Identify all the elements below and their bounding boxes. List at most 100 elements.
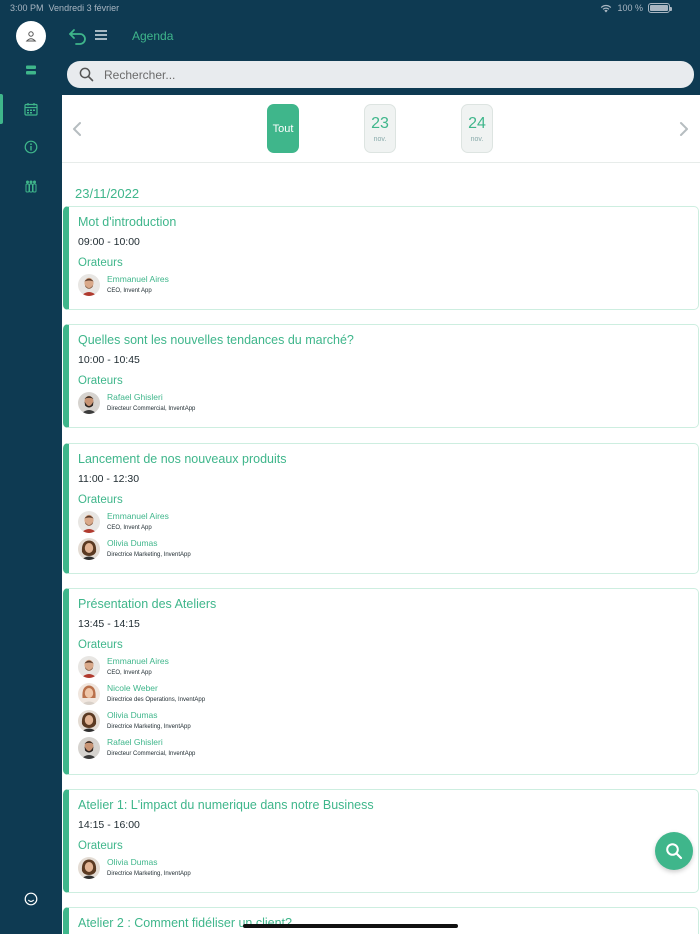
chevron-right-icon bbox=[680, 122, 688, 136]
date-filter-day[interactable]: 24 nov. bbox=[461, 104, 493, 153]
session-title: Présentation des Ateliers bbox=[78, 597, 217, 611]
profile-button[interactable] bbox=[16, 21, 46, 51]
speaker-role: Directrice des Operations, InventApp bbox=[107, 697, 206, 703]
sidebar-item-info[interactable] bbox=[0, 132, 62, 162]
speakers-label: Orateurs bbox=[78, 257, 123, 269]
session-title: Atelier 2 : Comment fidéliser un client? bbox=[78, 916, 292, 930]
speaker-name: Rafael Ghisleri bbox=[107, 392, 163, 402]
speaker-name: Emmanuel Aires bbox=[107, 656, 169, 666]
back-icon[interactable] bbox=[67, 26, 89, 46]
sidebar-item-agenda[interactable] bbox=[0, 94, 62, 124]
speaker-role: CEO, Invent App bbox=[107, 525, 152, 531]
session-card[interactable]: Présentation des Ateliers 13:45 - 14:15 … bbox=[63, 588, 699, 775]
search-input[interactable] bbox=[104, 67, 604, 82]
session-card[interactable]: Atelier 2 : Comment fidéliser un client? bbox=[63, 907, 699, 934]
speaker-role: CEO, Invent App bbox=[107, 288, 152, 294]
wifi-icon bbox=[601, 4, 612, 12]
speaker-name: Emmanuel Aires bbox=[107, 274, 169, 284]
date-day-month: nov. bbox=[373, 135, 387, 143]
speaker-avatar bbox=[78, 656, 100, 678]
previous-date-button[interactable] bbox=[69, 117, 85, 141]
session-card[interactable]: Quelles sont les nouvelles tendances du … bbox=[63, 324, 699, 428]
date-day-number: 23 bbox=[371, 114, 389, 132]
speaker-avatar bbox=[78, 538, 100, 560]
speaker-name: Olivia Dumas bbox=[107, 857, 158, 867]
info-icon bbox=[24, 140, 38, 154]
speaker-role: Directrice Marketing, InventApp bbox=[107, 724, 191, 730]
sidebar-item-participants[interactable] bbox=[0, 171, 62, 201]
speakers-label: Orateurs bbox=[78, 494, 123, 506]
speaker-avatar bbox=[78, 710, 100, 732]
session-card[interactable]: Atelier 1: L'impact du numerique dans no… bbox=[63, 789, 699, 893]
speaker-avatar bbox=[78, 274, 100, 296]
session-title: Quelles sont les nouvelles tendances du … bbox=[78, 333, 354, 347]
floating-search-button[interactable] bbox=[655, 832, 693, 870]
sidebar bbox=[0, 0, 62, 934]
session-card[interactable]: Lancement de nos nouveaux produits 11:00… bbox=[63, 443, 699, 574]
search-bar[interactable] bbox=[67, 61, 694, 88]
speaker[interactable]: Emmanuel Aires CEO, Invent App bbox=[78, 655, 698, 679]
session-time: 13:45 - 14:15 bbox=[78, 618, 140, 630]
date-day-month: nov. bbox=[470, 135, 484, 143]
speaker-name: Olivia Dumas bbox=[107, 538, 158, 548]
session-time: 14:15 - 16:00 bbox=[78, 819, 140, 831]
menu-icon[interactable] bbox=[94, 28, 108, 42]
battery-percent: 100 % bbox=[617, 3, 643, 13]
speaker-avatar bbox=[78, 511, 100, 533]
user-icon bbox=[25, 31, 37, 42]
sidebar-item-home[interactable] bbox=[0, 55, 62, 85]
speaker-avatar bbox=[78, 737, 100, 759]
date-filter-all[interactable]: Tout bbox=[267, 104, 299, 153]
speaker[interactable]: Rafael Ghisleri Directeur Commercial, In… bbox=[78, 736, 698, 760]
status-left: 3:00 PM Vendredi 3 février bbox=[10, 3, 119, 13]
date-day-number: 24 bbox=[468, 114, 486, 132]
session-time: 10:00 - 10:45 bbox=[78, 354, 140, 366]
speaker[interactable]: Olivia Dumas Directrice Marketing, Inven… bbox=[78, 709, 698, 733]
speaker[interactable]: Nicole Weber Directrice des Operations, … bbox=[78, 682, 698, 706]
search-icon bbox=[666, 843, 683, 860]
speakers-label: Orateurs bbox=[78, 840, 123, 852]
speaker[interactable]: Emmanuel Aires CEO, Invent App bbox=[78, 273, 698, 297]
home-indicator[interactable] bbox=[243, 924, 458, 928]
status-bar: 3:00 PM Vendredi 3 février 100 % bbox=[0, 0, 700, 16]
status-right: 100 % bbox=[600, 3, 672, 13]
date-filter-all-label: Tout bbox=[272, 122, 294, 135]
search-icon bbox=[79, 67, 94, 82]
speaker-avatar bbox=[78, 857, 100, 879]
speakers-label: Orateurs bbox=[78, 639, 123, 651]
speaker-avatar bbox=[78, 683, 100, 705]
battery-icon bbox=[648, 3, 672, 13]
session-title: Atelier 1: L'impact du numerique dans no… bbox=[78, 798, 374, 812]
speaker-role: CEO, Invent App bbox=[107, 670, 152, 676]
session-title: Mot d'introduction bbox=[78, 215, 177, 229]
speaker-name: Nicole Weber bbox=[107, 683, 158, 693]
session-time: 11:00 - 12:30 bbox=[78, 473, 140, 485]
sidebar-item-feedback[interactable] bbox=[0, 886, 62, 912]
speaker-role: Directeur Commercial, InventApp bbox=[107, 406, 196, 412]
speaker-name: Olivia Dumas bbox=[107, 710, 158, 720]
calendar-icon bbox=[24, 103, 38, 116]
speaker-avatar bbox=[78, 392, 100, 414]
agenda-list: 23/11/2022 Mot d'introduction 09:00 - 10… bbox=[62, 164, 700, 934]
speaker-role: Directrice Marketing, InventApp bbox=[107, 871, 191, 877]
date-heading: 23/11/2022 bbox=[75, 186, 140, 201]
speakers-label: Orateurs bbox=[78, 375, 123, 387]
session-time: 09:00 - 10:00 bbox=[78, 236, 140, 248]
page-title: Agenda bbox=[132, 29, 174, 43]
speaker[interactable]: Rafael Ghisleri Directeur Commercial, In… bbox=[78, 391, 698, 415]
speaker-role: Directrice Marketing, InventApp bbox=[107, 552, 191, 558]
status-time: 3:00 PM bbox=[10, 3, 44, 13]
speaker[interactable]: Olivia Dumas Directrice Marketing, Inven… bbox=[78, 537, 698, 561]
speaker[interactable]: Olivia Dumas Directrice Marketing, Inven… bbox=[78, 856, 698, 880]
speaker-name: Rafael Ghisleri bbox=[107, 737, 163, 747]
session-title: Lancement de nos nouveaux produits bbox=[78, 452, 287, 466]
status-date: Vendredi 3 février bbox=[48, 3, 120, 13]
date-filter-day[interactable]: 23 nov. bbox=[364, 104, 396, 153]
smiley-icon bbox=[24, 892, 38, 906]
people-icon bbox=[25, 180, 37, 193]
date-selector: Tout 23 nov. 24 nov. bbox=[62, 95, 700, 163]
speaker-role: Directeur Commercial, InventApp bbox=[107, 751, 196, 757]
speaker[interactable]: Emmanuel Aires CEO, Invent App bbox=[78, 510, 698, 534]
next-date-button[interactable] bbox=[676, 117, 692, 141]
session-card[interactable]: Mot d'introduction 09:00 - 10:00 Orateur… bbox=[63, 206, 699, 310]
